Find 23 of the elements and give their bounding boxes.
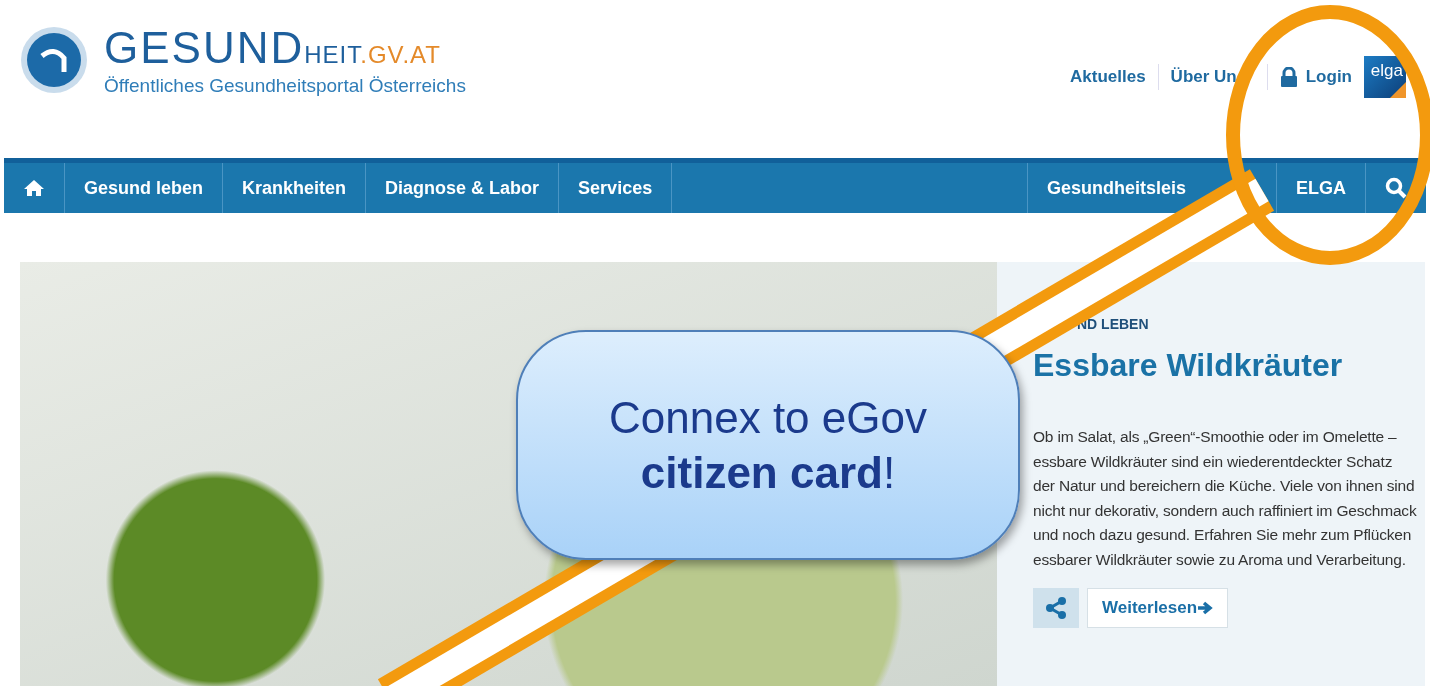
feature-title: Essbare Wildkräuter: [1033, 346, 1344, 385]
arrow-icon: [1197, 600, 1214, 616]
top-nav-link[interactable]: Aktuelles: [1058, 64, 1158, 90]
top-nav-link[interactable]: Über Un: [1157, 64, 1249, 90]
share-icon: [1045, 597, 1067, 619]
nav-tab[interactable]: Gesund leben: [65, 163, 224, 213]
logo-icon: [20, 26, 88, 94]
nav-tab[interactable]: Services: [559, 163, 673, 213]
logo-subtitle: Öffentliches Gesundheitsportal Österreichs: [104, 74, 466, 98]
lock-icon: [1279, 67, 1298, 87]
callout-bubble: Connex to eGov citizen card!: [516, 330, 1020, 560]
logo-title: GESUND HEIT.GV.AT: [104, 26, 442, 70]
share-button[interactable]: [1033, 588, 1079, 628]
nav-tab[interactable]: ELGA: [1276, 163, 1365, 213]
home-icon: [23, 179, 45, 197]
elga-logo[interactable]: elga: [1364, 56, 1406, 98]
search-icon: [1385, 177, 1407, 199]
nav-tab[interactable]: Gesundheitsleis: [1026, 163, 1276, 213]
top-nav-link[interactable]: Login: [1266, 64, 1364, 90]
nav-tab[interactable]: Diagnose & Labor: [366, 163, 560, 213]
feature-text: Ob im Salat, als „Green“-Smoothie oder im Omelette – essbare Wildkräuter sind ein wiederentdeckter Schatz der Natur und bereichern die Küche. Viele von ihnen sind nicht nur dekorativ, sondern auch raffiniert im Geschmack und noch dazu gesund. Erfahren Sie mehr zum Pflücken essbarer Wildkräuter sowie zu Aroma und Verarbeitung.: [1033, 427, 1417, 570]
nav-tab[interactable]: Krankheiten: [223, 163, 367, 213]
read-more-button[interactable]: Weiterlesen: [1087, 588, 1229, 628]
